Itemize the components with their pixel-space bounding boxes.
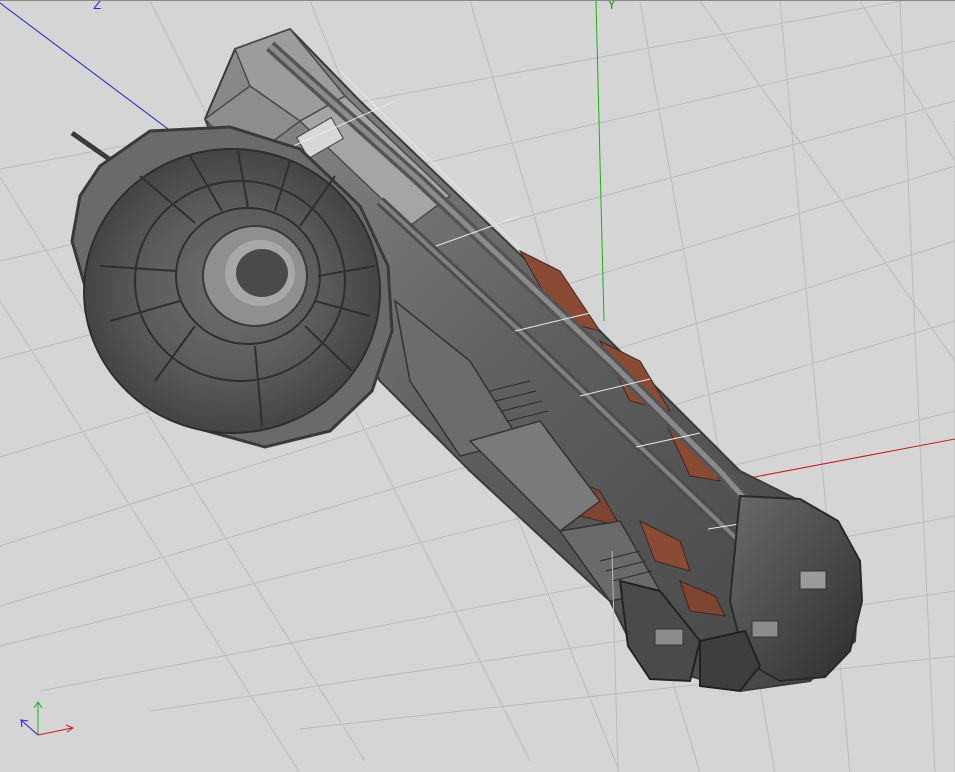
- spaceship-model: [70, 27, 864, 693]
- z-axis-line: [0, 2, 169, 130]
- 3d-viewport[interactable]: Z Y: [0, 0, 955, 772]
- y-axis-line: [595, 1, 605, 322]
- y-axis-label: Y: [608, 0, 616, 12]
- z-axis-label: Z: [93, 0, 102, 12]
- orientation-gizmo-icon: [20, 701, 75, 736]
- scene-canvas[interactable]: [0, 1, 955, 772]
